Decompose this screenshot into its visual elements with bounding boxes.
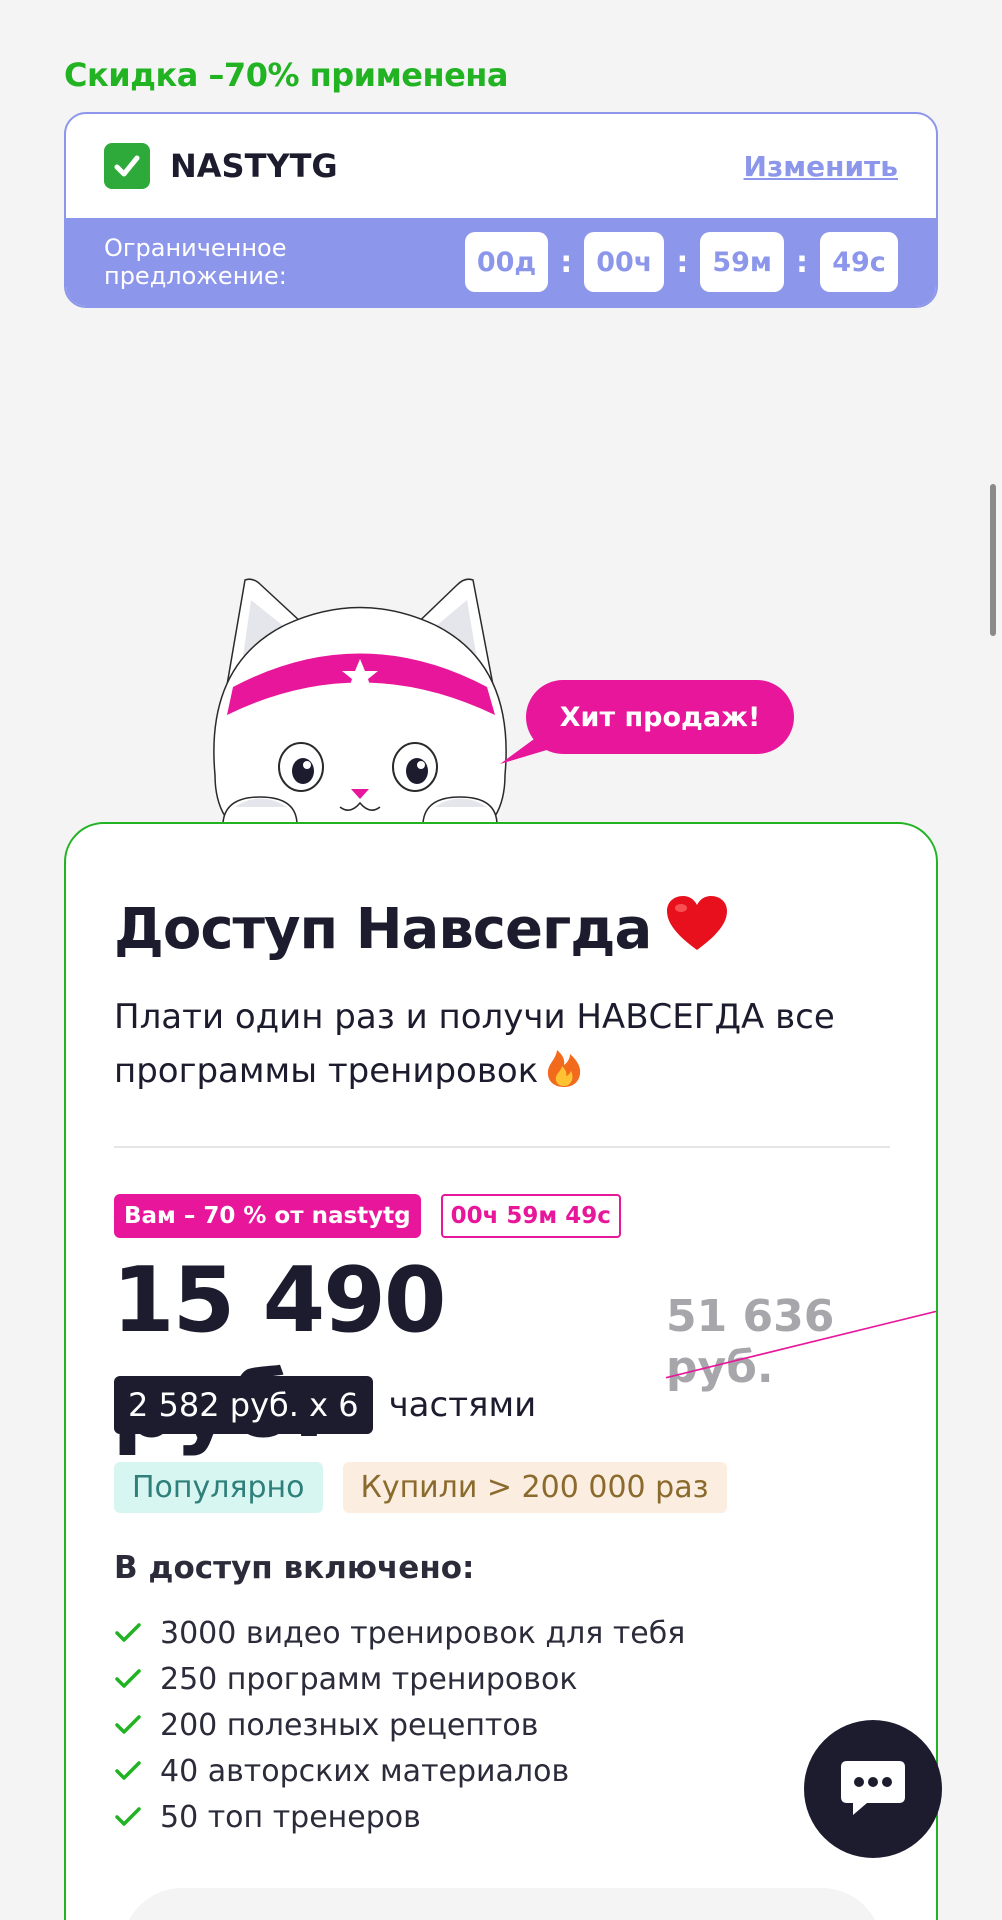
installment-chip: 2 582 руб. x 6: [114, 1376, 373, 1434]
plan-title: Доступ Навсегда: [114, 894, 729, 968]
list-item: 3000 видео тренировок для тебя: [114, 1610, 685, 1656]
divider: [114, 1146, 890, 1148]
list-item: 250 программ тренировок: [114, 1656, 685, 1702]
list-item: 200 полезных рецептов: [114, 1702, 685, 1748]
check-icon: [115, 1715, 141, 1734]
check-icon: [115, 1807, 141, 1826]
chat-button[interactable]: [804, 1720, 942, 1858]
timer-separator: :: [676, 244, 689, 280]
discount-badges-row: Вам – 70 % от nastytg 00ч 59м 49с: [114, 1194, 621, 1238]
timer-separator: :: [796, 244, 808, 280]
scrollbar-thumb[interactable]: [990, 484, 996, 636]
feature-text: 200 полезных рецептов: [160, 1707, 539, 1743]
popular-tag: Популярно: [114, 1462, 323, 1513]
limited-offer-label: Ограниченное предложение:: [104, 234, 287, 290]
feature-text: 3000 видео тренировок для тебя: [160, 1615, 686, 1651]
limited-offer-bar: Ограниченное предложение: 00д : 00ч : 59…: [66, 218, 936, 306]
old-price: 51 636 руб.: [665, 1291, 936, 1393]
plan-card[interactable]: Доступ Навсегда Плати один раз и получи …: [64, 822, 938, 1920]
timer-hours: 00ч: [584, 232, 665, 292]
promo-code-group: NASTYTG: [104, 143, 338, 189]
promo-code-card: NASTYTG Изменить Ограниченное предложени…: [64, 112, 938, 308]
change-promo-link[interactable]: Изменить: [744, 150, 898, 183]
promo-code-row: NASTYTG Изменить: [66, 114, 936, 218]
discount-badge: Вам – 70 % от nastytg: [114, 1194, 421, 1238]
timer-days: 00д: [464, 232, 549, 292]
countdown-timer: 00д : 00ч : 59м : 49с: [464, 232, 898, 292]
checkmark-box-icon: [104, 143, 150, 189]
discount-applied-label: Скидка –70% применена: [64, 56, 508, 94]
buy-button-partial[interactable]: [122, 1888, 882, 1920]
timer-badge: 00ч 59м 49с: [440, 1194, 621, 1238]
includes-title: В доступ включено:: [114, 1550, 475, 1586]
cat-mascot-illustration: [213, 578, 507, 848]
installment-suffix: частями: [388, 1385, 537, 1425]
timer-separator: :: [560, 244, 573, 280]
timer-minutes: 59м: [700, 232, 784, 292]
list-item: 40 авторских материалов: [114, 1748, 685, 1794]
plan-title-text: Доступ Навсегда: [114, 897, 652, 962]
promo-code-value: NASTYTG: [170, 147, 338, 185]
installment-row: 2 582 руб. x 6 частями: [114, 1376, 536, 1434]
plan-description-text: Плати один раз и получи НАВСЕГДА все про…: [114, 997, 835, 1091]
timer-seconds: 49с: [820, 232, 898, 292]
features-list: 3000 видео тренировок для тебя 250 прогр…: [114, 1610, 685, 1840]
tags-row: Популярно Купили > 200 000 раз: [114, 1462, 727, 1513]
strikethrough-line: [666, 1291, 936, 1393]
bestseller-bubble: Хит продаж!: [526, 680, 794, 754]
heart-icon: [665, 894, 729, 968]
fire-icon: [546, 1046, 582, 1104]
plan-description: Плати один раз и получи НАВСЕГДА все про…: [114, 990, 894, 1104]
check-icon: [115, 1623, 141, 1642]
list-item: 50 топ тренеров: [114, 1794, 685, 1840]
feature-text: 50 топ тренеров: [160, 1799, 421, 1835]
check-icon: [115, 1761, 141, 1780]
bought-count-tag: Купили > 200 000 раз: [342, 1462, 727, 1513]
chat-icon: [841, 1761, 905, 1815]
check-icon: [115, 1669, 141, 1688]
feature-text: 40 авторских материалов: [160, 1753, 570, 1789]
feature-text: 250 программ тренировок: [160, 1661, 578, 1697]
